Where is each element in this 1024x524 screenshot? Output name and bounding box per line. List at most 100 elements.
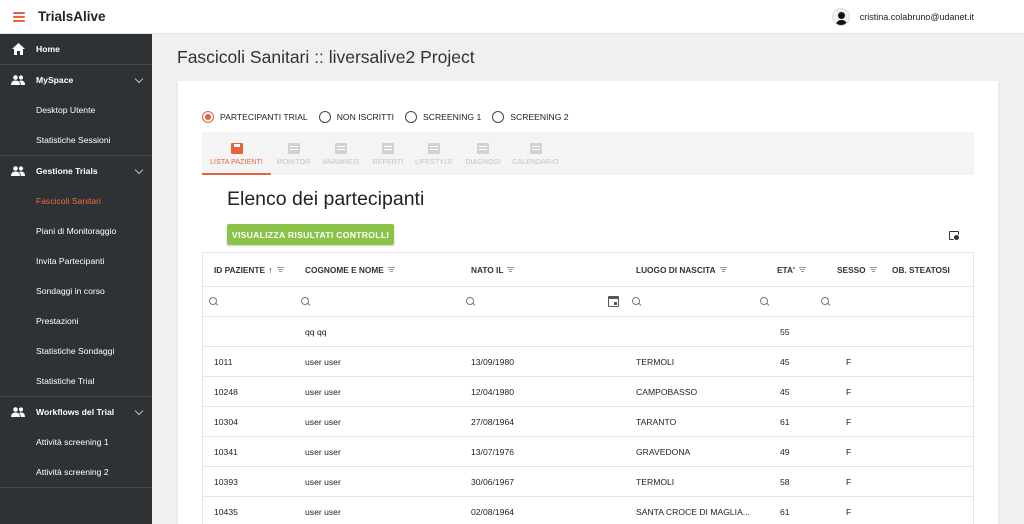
sidebar-item-statistiche-sondaggi[interactable]: Statistiche Sondaggi <box>0 336 152 366</box>
column-menu-icon[interactable] <box>869 267 877 272</box>
column-header-label: LUOGO DI NASCITA <box>636 264 716 275</box>
calendar-icon[interactable] <box>608 296 619 307</box>
chevron-down-icon[interactable] <box>134 165 144 175</box>
comment-icon <box>335 143 347 154</box>
tab-lista-pazienti[interactable]: LISTA PAZIENTI <box>202 132 271 175</box>
sidebar-group-gestione-trials[interactable]: Gestione Trials <box>0 156 152 186</box>
filter-sesso[interactable] <box>821 287 830 316</box>
tab-lifestyle[interactable]: LIFESTYLE <box>410 132 458 175</box>
visualizza-risultati-button[interactable]: VISUALIZZA RISULTATI CONTROLLI <box>227 224 394 245</box>
cell-age: 49 <box>780 446 790 457</box>
column-settings-icon[interactable] <box>949 231 960 241</box>
column-header-sesso[interactable]: SESSO <box>837 253 877 286</box>
table-row[interactable]: 10304 user user 27/08/1964 TARANTO 61 F <box>203 407 973 437</box>
divider <box>0 487 152 488</box>
radio-label: SCREENING 1 <box>423 112 482 122</box>
tab-referti[interactable]: REFERTI <box>366 132 410 175</box>
sidebar-item-fascicoli-sanitari[interactable]: Fascicoli Sanitari <box>0 186 152 216</box>
comment-icon <box>382 143 394 154</box>
avatar-icon[interactable] <box>831 8 850 26</box>
sidebar-item-label: Invita Partecipanti <box>36 256 105 266</box>
comment-icon <box>477 143 489 154</box>
cell-birthplace: CAMPOBASSO <box>636 386 698 397</box>
sidebar-item-statistiche-trial[interactable]: Statistiche Trial <box>0 366 152 396</box>
column-header-nato-il[interactable]: NATO IL <box>471 253 515 286</box>
table-header-row: ID PAZIENTE ↑ COGNOME E NOME NATO IL LUO… <box>203 253 973 287</box>
radio-checked-icon[interactable] <box>202 111 214 123</box>
column-header-eta[interactable]: ETA' <box>777 253 806 286</box>
sidebar-group-workflows[interactable]: Workflows del Trial <box>0 397 152 427</box>
cell-id: 10248 <box>214 386 238 397</box>
column-header-luogo-nascita[interactable]: LUOGO DI NASCITA <box>636 253 727 286</box>
radio-screening-1[interactable]: SCREENING 1 <box>405 111 481 123</box>
people-icon <box>11 165 25 177</box>
sidebar-item-attivita-screening-2[interactable]: Attività screening 2 <box>0 457 152 487</box>
radio-label: PARTECIPANTI TRIAL <box>220 112 308 122</box>
radio-screening-2[interactable]: SCREENING 2 <box>492 111 569 123</box>
patients-table: ID PAZIENTE ↑ COGNOME E NOME NATO IL LUO… <box>202 252 974 524</box>
user-menu[interactable]: cristina.colabruno@udanet.it <box>831 8 974 26</box>
tab-calendario[interactable]: CALENDARIO <box>508 132 563 175</box>
cell-id: 10393 <box>214 476 238 487</box>
column-header-ob-steatosi[interactable]: OB. STEATOSI <box>892 253 950 286</box>
chevron-down-icon[interactable] <box>134 406 144 416</box>
cell-birthdate: 13/07/1976 <box>471 446 515 457</box>
filter-luogo-nascita[interactable] <box>632 287 641 316</box>
filter-cognome-nome[interactable] <box>301 287 310 316</box>
sidebar-item-invita-partecipanti[interactable]: Invita Partecipanti <box>0 246 152 276</box>
radio-unchecked-icon[interactable] <box>405 111 418 123</box>
filter-id-paziente[interactable] <box>209 287 218 316</box>
column-menu-icon[interactable] <box>798 267 806 272</box>
radio-unchecked-icon[interactable] <box>318 111 331 123</box>
sidebar-item-label: Statistiche Trial <box>36 376 95 386</box>
sidebar-item-home[interactable]: Home <box>0 34 152 64</box>
table-row[interactable]: qq qq 55 <box>203 317 973 347</box>
menu-icon[interactable] <box>13 11 25 22</box>
search-icon <box>301 297 310 306</box>
filter-eta[interactable] <box>760 287 769 316</box>
sidebar-item-piani-di-monitoraggio[interactable]: Piani di Monitoraggio <box>0 216 152 246</box>
sort-ascending-icon[interactable]: ↑ <box>268 265 273 275</box>
radio-non-iscritti[interactable]: NON ISCRITTI <box>318 111 394 123</box>
tab-diagnosi[interactable]: DIAGNOSI <box>458 132 508 175</box>
radio-unchecked-icon[interactable] <box>492 111 505 123</box>
cell-age: 45 <box>780 356 790 367</box>
tab-anamnesi[interactable]: ANAMNESI <box>316 132 366 175</box>
table-row[interactable]: 10393 user user 30/06/1967 TERMOLI 58 F <box>203 467 973 497</box>
sidebar-group-myspace[interactable]: MySpace <box>0 65 152 95</box>
sidebar-item-statistiche-sessioni[interactable]: Statistiche Sessioni <box>0 125 152 155</box>
sidebar-item-attivita-screening-1[interactable]: Attività screening 1 <box>0 427 152 457</box>
participant-filter: PARTECIPANTI TRIAL NON ISCRITTI SCREENIN… <box>202 111 580 123</box>
column-menu-icon[interactable] <box>719 267 727 272</box>
table-row[interactable]: 1011 user user 13/09/1980 TERMOLI 45 F <box>203 347 973 377</box>
top-bar: TrialsAlive cristina.colabruno@udanet.it <box>0 0 1024 34</box>
table-row[interactable]: 10248 user user 12/04/1980 CAMPOBASSO 45… <box>203 377 973 407</box>
sidebar-item-label: Statistiche Sondaggi <box>36 346 115 356</box>
app-title: TrialsAlive <box>38 9 106 24</box>
search-icon <box>209 297 218 306</box>
table-filter-row <box>203 287 973 317</box>
cell-name: user user <box>305 446 341 457</box>
sidebar-item-desktop-utente[interactable]: Desktop Utente <box>0 95 152 125</box>
sidebar-item-prestazioni[interactable]: Prestazioni <box>0 306 152 336</box>
filter-date-picker[interactable] <box>608 287 619 316</box>
column-menu-icon[interactable] <box>387 267 395 272</box>
filter-nato-il[interactable] <box>466 287 475 316</box>
column-header-cognome-nome[interactable]: COGNOME E NOME <box>305 253 395 286</box>
radio-partecipanti-trial[interactable]: PARTECIPANTI TRIAL <box>202 111 308 123</box>
cell-birthdate: 30/06/1967 <box>471 476 515 487</box>
cell-age: 61 <box>780 506 790 517</box>
sidebar-item-sondaggi-in-corso[interactable]: Sondaggi in corso <box>0 276 152 306</box>
column-header-label: SESSO <box>837 264 866 275</box>
table-row[interactable]: 10341 user user 13/07/1976 GRAVEDONA 49 … <box>203 437 973 467</box>
column-menu-icon[interactable] <box>507 267 515 272</box>
tab-label: REFERTI <box>372 159 404 166</box>
user-email[interactable]: cristina.colabruno@udanet.it <box>860 12 974 22</box>
column-header-id-paziente[interactable]: ID PAZIENTE ↑ <box>214 253 284 286</box>
table-row[interactable]: 10435 user user 02/08/1964 SANTA CROCE D… <box>203 497 973 524</box>
column-menu-icon[interactable] <box>276 267 284 272</box>
tab-monitor[interactable]: MONITOR <box>271 132 316 175</box>
chevron-down-icon[interactable] <box>134 74 144 84</box>
main-card: PARTECIPANTI TRIAL NON ISCRITTI SCREENIN… <box>178 81 998 524</box>
column-header-label: COGNOME E NOME <box>305 264 384 275</box>
